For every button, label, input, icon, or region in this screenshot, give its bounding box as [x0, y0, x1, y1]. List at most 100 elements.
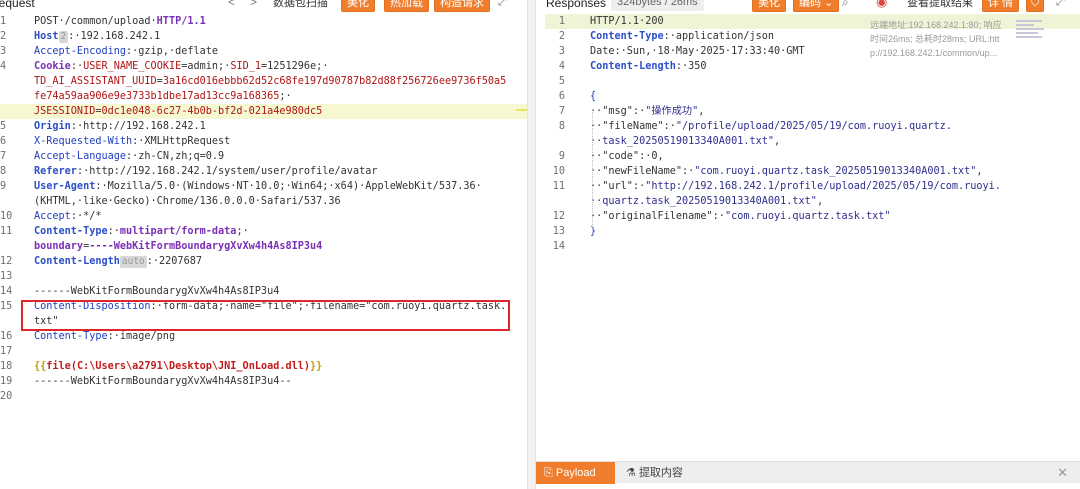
- code-line[interactable]: 4 Content-Length:·350: [545, 59, 1080, 74]
- code-line[interactable]: JSESSIONID=0dc1e048-6c27-4b0b-bf2d-021a4…: [0, 104, 527, 119]
- code-token: ------WebKitFormBoundarygXvXw4h4As8IP3u4: [34, 286, 280, 297]
- code-token: Referer: [34, 166, 77, 177]
- line-number: 2: [0, 31, 7, 42]
- code-line[interactable]: 8 Referer:·http://192.168.242.1/system/us…: [0, 164, 527, 179]
- app-root: Request < > 数据包扫描 美化 热加载 构造请求 ⤢ Response…: [0, 0, 1080, 489]
- code-token: {: [590, 91, 597, 102]
- code-line[interactable]: (KHTML,·like·Gecko)·Chrome/136.0.0.0·Saf…: [0, 194, 527, 209]
- code-token: =admin;·: [181, 61, 231, 72]
- code-token: "/profile/upload/2025/05/19/com.ruoyi.qu…: [675, 121, 952, 132]
- code-line[interactable]: 5 Origin:·http://192.168.242.1: [0, 119, 527, 134]
- code-token: Date:·Sun,·18·May·2025·17:33:40·GMT: [590, 46, 805, 57]
- code-token: Content-Length: [590, 61, 676, 72]
- code-text: fe74a59aa906e9e3733b1dbe17ad13cc9a168365…: [34, 89, 292, 104]
- code-line[interactable]: 9 User-Agent:·Mozilla/5.0·(Windows·NT·10.…: [0, 179, 527, 194]
- line-number: 9: [0, 181, 7, 192]
- code-line[interactable]: TD_AI_ASSISTANT_UUID=3a16cd016ebbb62d52c…: [0, 74, 527, 89]
- code-line[interactable]: 12 Content-Length auto:·2207687: [0, 254, 527, 269]
- responses-title: Responses: [546, 0, 607, 10]
- minimap[interactable]: [1016, 20, 1046, 46]
- code-line[interactable]: fe74a59aa906e9e3733b1dbe17ad13cc9a168365…: [0, 89, 527, 104]
- tab-extract[interactable]: ⚗ 提取内容: [626, 462, 683, 484]
- code-line[interactable]: 12 ··"originalFilename":·"com.ruoyi.quart…: [545, 209, 1080, 224]
- back-arrow-icon[interactable]: <: [228, 0, 235, 9]
- code-line[interactable]: boundary=----WebKitFormBoundarygXvXw4h4A…: [0, 239, 527, 254]
- code-text: ··"msg":·"操作成功",: [590, 104, 704, 119]
- close-icon[interactable]: ✕: [1057, 462, 1068, 484]
- code-line[interactable]: 6 X-Requested-With:·XMLHttpRequest: [0, 134, 527, 149]
- code-line[interactable]: 7 Accept-Language:·zh-CN,zh;q=0.9: [0, 149, 527, 164]
- beautify-button[interactable]: 美化: [341, 0, 375, 12]
- chrome-icon[interactable]: ◉: [876, 0, 887, 9]
- search-icon[interactable]: ⌕: [842, 0, 849, 9]
- code-token: :·: [70, 61, 84, 72]
- code-line[interactable]: 19 ------WebKitFormBoundarygXvXw4h4As8IP3…: [0, 374, 527, 389]
- code-line[interactable]: 4 Cookie:·USER_NAME_COOKIE=admin;·SID_1=1…: [0, 59, 527, 74]
- code-line[interactable]: 10 Accept:·*/*: [0, 209, 527, 224]
- shield-icon[interactable]: ⛉: [1026, 0, 1045, 12]
- code-line[interactable]: 16 Content-Type:·image/png: [0, 329, 527, 344]
- code-line[interactable]: ··quartz.task_20250519013340A001.txt",: [545, 194, 1080, 209]
- code-text: Referer:·http://192.168.242.1/system/use…: [34, 164, 377, 179]
- code-line[interactable]: 14 ------WebKitFormBoundarygXvXw4h4As8IP3…: [0, 284, 527, 299]
- code-text: ··"code":·0,: [590, 149, 664, 164]
- code-token: ,: [976, 166, 983, 177]
- code-line[interactable]: 10 ··"newFileName":·"com.ruoyi.quartz.tas…: [545, 164, 1080, 179]
- code-line[interactable]: 13}: [545, 224, 1080, 239]
- line-number: 10: [0, 211, 13, 222]
- code-line[interactable]: 20: [0, 389, 527, 404]
- request-editor[interactable]: 1 POST·/common/upload·HTTP/1.1 2 Host 2:·192…: [0, 14, 527, 454]
- line-number: 18: [0, 361, 13, 372]
- line-number: 8: [558, 121, 565, 132]
- code-token: "http://192.168.242.1/profile/upload/202…: [645, 181, 1001, 192]
- response-beautify-button[interactable]: 美化: [752, 0, 786, 12]
- code-text: X-Requested-With:·XMLHttpRequest: [34, 134, 230, 149]
- code-line[interactable]: 7 ··"msg":·"操作成功",: [545, 104, 1080, 119]
- code-line[interactable]: 8 ··"fileName":·"/profile/upload/2025/05/…: [545, 119, 1080, 134]
- code-line[interactable]: 11 ··"url":·"http://192.168.242.1/profile…: [545, 179, 1080, 194]
- forward-arrow-icon[interactable]: >: [250, 0, 257, 9]
- code-line[interactable]: 5: [545, 74, 1080, 89]
- tab-payload[interactable]: ⎘ Payload: [536, 462, 615, 484]
- code-token: TD_AI_ASSISTANT_UUID: [34, 76, 157, 87]
- code-text: {{file(C:\Users\a2791\Desktop\JNI_OnLoad…: [34, 359, 322, 374]
- code-line[interactable]: ··task_20250519013340A001.txt",: [545, 134, 1080, 149]
- hot-load-button[interactable]: 热加载: [384, 0, 429, 12]
- code-line[interactable]: 3 Accept-Encoding:·gzip,·deflate: [0, 44, 527, 59]
- code-line[interactable]: 17: [0, 344, 527, 359]
- build-request-button[interactable]: 构造请求: [434, 0, 490, 12]
- code-line[interactable]: 1 POST·/common/upload·HTTP/1.1: [0, 14, 527, 29]
- code-line[interactable]: 6{: [545, 89, 1080, 104]
- line-number: 20: [0, 391, 13, 402]
- code-token: POST·/common/upload·: [34, 16, 157, 27]
- expand-icon[interactable]: ⤢: [1056, 0, 1065, 9]
- code-text: Content-Length:·350: [590, 59, 707, 74]
- code-text: ··"newFileName":·"com.ruoyi.quartz.task_…: [590, 164, 983, 179]
- code-token: ;·: [279, 91, 292, 102]
- detail-button[interactable]: 详 情: [982, 0, 1020, 12]
- code-line[interactable]: 18 {{file(C:\Users\a2791\Desktop\JNI_OnLo…: [0, 359, 527, 374]
- code-token: ----WebKitFormBoundarygXvXw4h4As8IP3u4: [89, 241, 323, 252]
- panel-divider[interactable]: [527, 0, 536, 489]
- code-text: Accept:·*/*: [34, 209, 101, 224]
- code-line[interactable]: 13: [0, 269, 527, 284]
- line-number: 14: [0, 286, 13, 297]
- code-line[interactable]: 9 ··"code":·0,: [545, 149, 1080, 164]
- code-token: ··task_20250519013340A001.txt": [590, 136, 775, 147]
- line-number: 6: [0, 136, 7, 147]
- code-line[interactable]: 2 Host 2:·192.168.242.1: [0, 29, 527, 44]
- line-number: 16: [0, 331, 13, 342]
- line-number: 4: [0, 61, 7, 72]
- encoding-dropdown[interactable]: 编码 ⌄: [793, 0, 840, 12]
- indent-guide: [592, 110, 593, 227]
- code-text: ··task_20250519013340A001.txt",: [590, 134, 780, 149]
- packet-scan-button[interactable]: 数据包扫描: [273, 0, 328, 10]
- line-number: 15: [0, 301, 13, 312]
- code-text: User-Agent:·Mozilla/5.0·(Windows·NT·10.0…: [34, 179, 482, 194]
- expand-icon[interactable]: ⤢: [498, 0, 507, 9]
- code-line[interactable]: 11 Content-Type:·multipart/form-data;·: [0, 224, 527, 239]
- view-extract-result-button[interactable]: 查看提取结果: [907, 0, 973, 10]
- line-number: 13: [552, 226, 565, 237]
- code-line[interactable]: 14: [545, 239, 1080, 254]
- code-text: Date:·Sun,·18·May·2025·17:33:40·GMT: [590, 44, 805, 59]
